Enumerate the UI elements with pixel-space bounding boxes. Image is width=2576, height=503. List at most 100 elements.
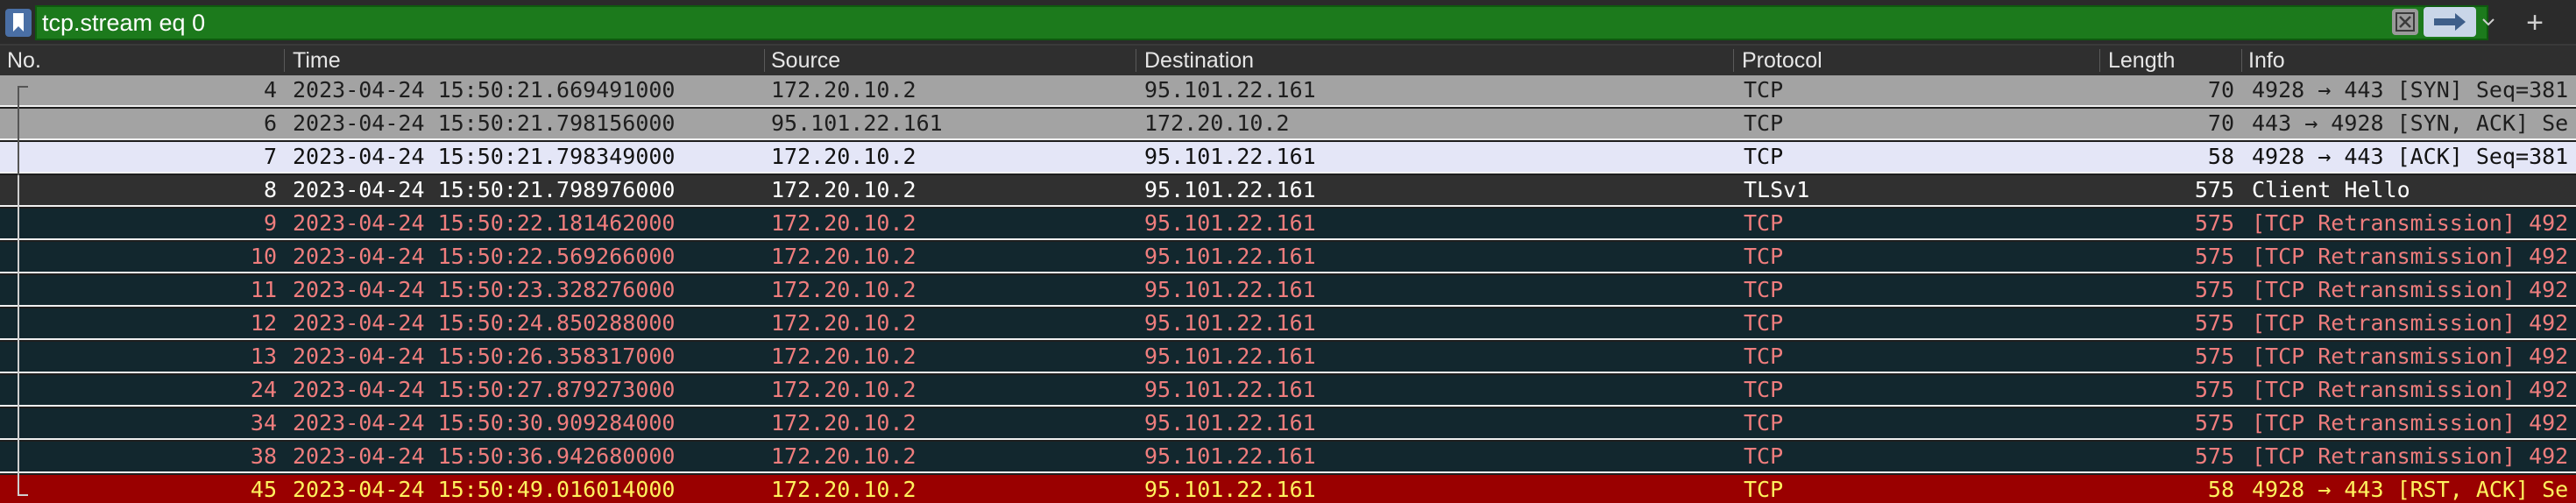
packet-time-cell: 2023-04-24 15:50:30.909284000 bbox=[293, 410, 676, 436]
clear-filter-icon[interactable] bbox=[2392, 9, 2418, 35]
packet-destination-cell: 95.101.22.161 bbox=[1144, 277, 1316, 302]
packet-list-header: No. Time Source Destination Protocol Len… bbox=[0, 46, 2576, 76]
packet-no-cell: 24 bbox=[250, 377, 277, 402]
column-divider[interactable] bbox=[2099, 49, 2100, 72]
packet-info-cell: 4928 → 443 [ACK] Seq=381 bbox=[2252, 144, 2569, 169]
packet-length-cell: 575 bbox=[2194, 310, 2234, 336]
apply-filter-arrow-icon[interactable] bbox=[2424, 7, 2476, 37]
packet-destination-cell: 95.101.22.161 bbox=[1144, 477, 1316, 502]
packet-no-cell: 13 bbox=[250, 344, 277, 369]
packet-row[interactable]: 13 2023-04-24 15:50:26.358317000 172.20.10… bbox=[0, 342, 2576, 375]
packet-time-cell: 2023-04-24 15:50:21.669491000 bbox=[293, 77, 676, 103]
packet-no-cell: 12 bbox=[250, 310, 277, 336]
packet-destination-cell: 172.20.10.2 bbox=[1144, 110, 1290, 136]
packet-time-cell: 2023-04-24 15:50:23.328276000 bbox=[293, 277, 676, 302]
packet-no-cell: 7 bbox=[263, 144, 277, 169]
packet-length-cell: 575 bbox=[2194, 244, 2234, 269]
packet-source-cell: 172.20.10.2 bbox=[771, 310, 916, 336]
packet-no-cell: 9 bbox=[263, 210, 277, 236]
packet-length-cell: 70 bbox=[2207, 77, 2234, 103]
packet-row[interactable]: 12 2023-04-24 15:50:24.850288000 172.20.10… bbox=[0, 308, 2576, 342]
packet-destination-cell: 95.101.22.161 bbox=[1144, 210, 1316, 236]
packet-length-cell: 70 bbox=[2207, 110, 2234, 136]
packet-time-cell: 2023-04-24 15:50:22.181462000 bbox=[293, 210, 676, 236]
column-header-info[interactable]: Info bbox=[2241, 46, 2576, 75]
packet-source-cell: 172.20.10.2 bbox=[771, 210, 916, 236]
add-filter-button[interactable]: + bbox=[2513, 5, 2557, 40]
packet-row[interactable]: 10 2023-04-24 15:50:22.569266000 172.20.10… bbox=[0, 242, 2576, 275]
packet-destination-cell: 95.101.22.161 bbox=[1144, 344, 1316, 369]
column-header-protocol[interactable]: Protocol bbox=[1735, 46, 2099, 75]
column-header-destination[interactable]: Destination bbox=[1137, 46, 1733, 75]
packet-no-cell: 34 bbox=[250, 410, 277, 436]
packet-time-cell: 2023-04-24 15:50:36.942680000 bbox=[293, 443, 676, 469]
packet-source-cell: 172.20.10.2 bbox=[771, 443, 916, 469]
packet-source-cell: 172.20.10.2 bbox=[771, 477, 916, 502]
packet-protocol-cell: TCP bbox=[1744, 410, 1784, 436]
packet-length-cell: 575 bbox=[2194, 210, 2234, 236]
packet-destination-cell: 95.101.22.161 bbox=[1144, 410, 1316, 436]
column-divider[interactable] bbox=[1733, 49, 1734, 72]
packet-row[interactable]: 11 2023-04-24 15:50:23.328276000 172.20.10… bbox=[0, 275, 2576, 308]
packet-row[interactable]: 9 2023-04-24 15:50:22.181462000 172.20.10.… bbox=[0, 209, 2576, 242]
packet-source-cell: 172.20.10.2 bbox=[771, 144, 916, 169]
packet-destination-cell: 95.101.22.161 bbox=[1144, 177, 1316, 202]
packet-info-cell: Client Hello bbox=[2252, 177, 2410, 202]
packet-row[interactable]: 38 2023-04-24 15:50:36.942680000 172.20.10… bbox=[0, 442, 2576, 475]
packet-time-cell: 2023-04-24 15:50:21.798976000 bbox=[293, 177, 676, 202]
display-filter-input[interactable] bbox=[35, 5, 2488, 40]
packet-destination-cell: 95.101.22.161 bbox=[1144, 77, 1316, 103]
packet-destination-cell: 95.101.22.161 bbox=[1144, 377, 1316, 402]
packet-row[interactable]: 7 2023-04-24 15:50:21.798349000 172.20.10.… bbox=[0, 142, 2576, 175]
packet-destination-cell: 95.101.22.161 bbox=[1144, 144, 1316, 169]
packet-protocol-cell: TCP bbox=[1744, 477, 1784, 502]
packet-info-cell: [TCP Retransmission] 492 bbox=[2252, 410, 2569, 436]
packet-no-cell: 8 bbox=[263, 177, 277, 202]
packet-no-cell: 11 bbox=[250, 277, 277, 302]
packet-protocol-cell: TCP bbox=[1744, 377, 1784, 402]
bookmark-icon[interactable] bbox=[5, 9, 32, 37]
display-filter-toolbar: + bbox=[0, 0, 2576, 46]
packet-info-cell: [TCP Retransmission] 492 bbox=[2252, 277, 2569, 302]
packet-source-cell: 172.20.10.2 bbox=[771, 377, 916, 402]
packet-row[interactable]: 4 2023-04-24 15:50:21.669491000 172.20.10.… bbox=[0, 75, 2576, 109]
packet-length-cell: 575 bbox=[2194, 277, 2234, 302]
packet-row[interactable]: 45 2023-04-24 15:50:49.016014000 172.20.10… bbox=[0, 475, 2576, 503]
packet-protocol-cell: TCP bbox=[1744, 144, 1784, 169]
packet-source-cell: 172.20.10.2 bbox=[771, 244, 916, 269]
packet-no-cell: 4 bbox=[263, 77, 277, 103]
packet-info-cell: [TCP Retransmission] 492 bbox=[2252, 443, 2569, 469]
packet-protocol-cell: TCP bbox=[1744, 277, 1784, 302]
packet-protocol-cell: TCP bbox=[1744, 344, 1784, 369]
packet-time-cell: 2023-04-24 15:50:27.879273000 bbox=[293, 377, 676, 402]
chevron-down-icon[interactable] bbox=[2476, 7, 2501, 37]
packet-row[interactable]: 24 2023-04-24 15:50:27.879273000 172.20.10… bbox=[0, 375, 2576, 408]
packet-source-cell: 172.20.10.2 bbox=[771, 410, 916, 436]
packet-info-cell: [TCP Retransmission] 492 bbox=[2252, 344, 2569, 369]
packet-protocol-cell: TCP bbox=[1744, 310, 1784, 336]
column-header-no[interactable]: No. bbox=[0, 46, 286, 75]
packet-info-cell: [TCP Retransmission] 492 bbox=[2252, 310, 2569, 336]
packet-time-cell: 2023-04-24 15:50:26.358317000 bbox=[293, 344, 676, 369]
packet-row[interactable]: 34 2023-04-24 15:50:30.909284000 172.20.10… bbox=[0, 408, 2576, 442]
packet-protocol-cell: TCP bbox=[1744, 210, 1784, 236]
packet-length-cell: 58 bbox=[2207, 144, 2234, 169]
packet-length-cell: 575 bbox=[2194, 344, 2234, 369]
packet-protocol-cell: TCP bbox=[1744, 244, 1784, 269]
column-header-length[interactable]: Length bbox=[2101, 46, 2241, 75]
packet-no-cell: 45 bbox=[250, 477, 277, 502]
packet-row[interactable]: 6 2023-04-24 15:50:21.798156000 95.101.22.… bbox=[0, 109, 2576, 142]
packet-source-cell: 172.20.10.2 bbox=[771, 277, 916, 302]
packet-info-cell: [TCP Retransmission] 492 bbox=[2252, 377, 2569, 402]
packet-protocol-cell: TCP bbox=[1744, 110, 1784, 136]
packet-protocol-cell: TCP bbox=[1744, 443, 1784, 469]
column-header-time[interactable]: Time bbox=[286, 46, 764, 75]
column-divider[interactable] bbox=[284, 49, 285, 72]
column-header-source[interactable]: Source bbox=[764, 46, 1136, 75]
packet-no-cell: 38 bbox=[250, 443, 277, 469]
packet-time-cell: 2023-04-24 15:50:22.569266000 bbox=[293, 244, 676, 269]
packet-row[interactable]: 8 2023-04-24 15:50:21.798976000 172.20.10.… bbox=[0, 175, 2576, 209]
packet-info-cell: 4928 → 443 [RST, ACK] Se bbox=[2252, 477, 2569, 502]
packet-time-cell: 2023-04-24 15:50:24.850288000 bbox=[293, 310, 676, 336]
packet-no-cell: 10 bbox=[250, 244, 277, 269]
